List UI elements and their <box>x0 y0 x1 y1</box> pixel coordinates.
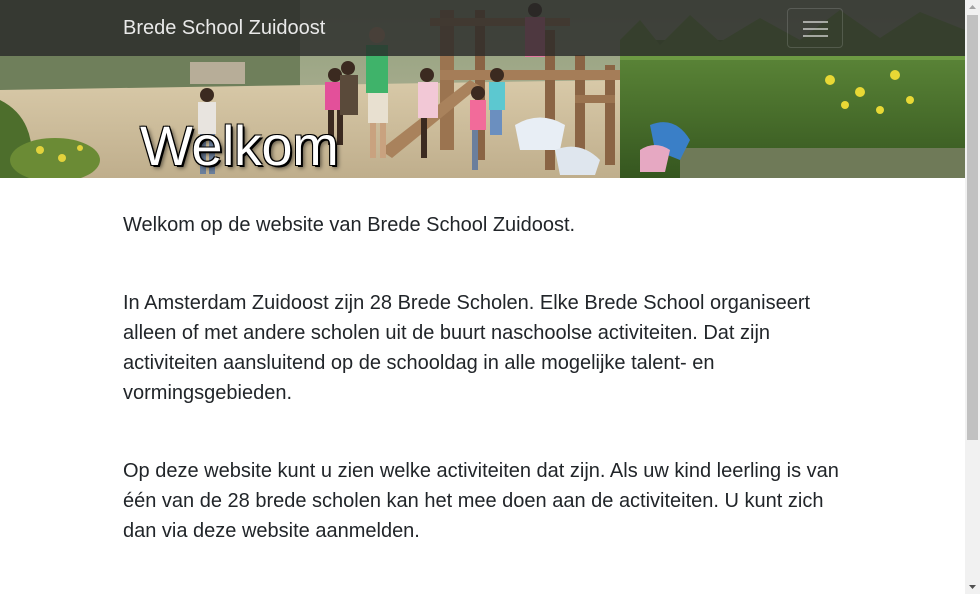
intro-paragraph: Welkom op de website van Brede School Zu… <box>123 214 576 236</box>
scrollbar-thumb[interactable] <box>967 15 978 440</box>
page: Brede School Zuidoost Welkom Welkom op d… <box>0 0 965 594</box>
navbar: Brede School Zuidoost <box>0 0 965 56</box>
page-title: Welkom <box>140 114 339 177</box>
hamburger-icon <box>803 35 828 37</box>
hero-banner: Brede School Zuidoost Welkom <box>0 0 965 178</box>
hamburger-icon <box>803 28 828 30</box>
navbar-toggler-button[interactable] <box>787 8 843 48</box>
brand-link[interactable]: Brede School Zuidoost <box>123 16 325 40</box>
scroll-down-arrow-icon[interactable] <box>965 579 980 594</box>
scroll-up-arrow-icon[interactable] <box>965 0 980 15</box>
hamburger-icon <box>803 21 828 23</box>
body-paragraph: In Amsterdam Zuidoost zijn 28 Brede Scho… <box>123 292 811 404</box>
body-paragraph: Op deze website kunt u zien welke activi… <box>123 460 839 542</box>
vertical-scrollbar[interactable] <box>965 0 980 594</box>
